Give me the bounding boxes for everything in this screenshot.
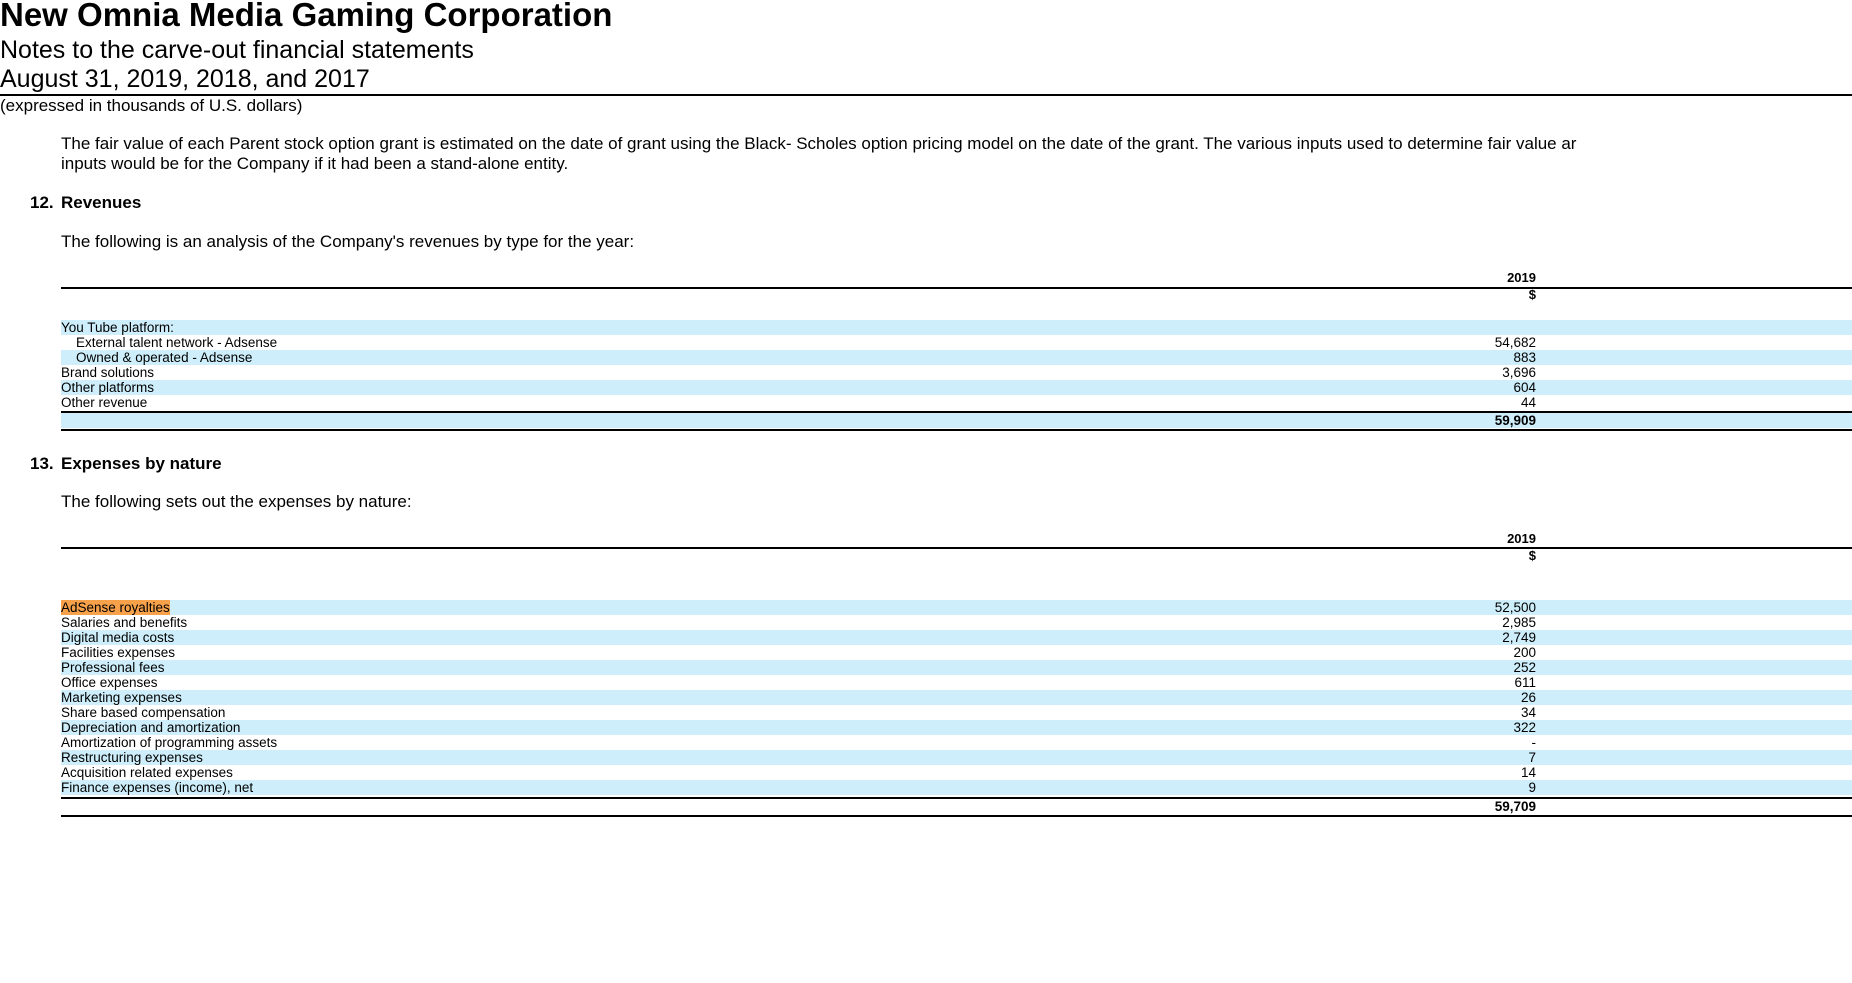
row-value: 322 xyxy=(1513,720,1536,735)
total-rule xyxy=(61,429,1852,431)
section-number: 12. xyxy=(30,193,54,212)
row-label: Marketing expenses xyxy=(61,690,182,705)
table-row: You Tube platform: xyxy=(61,320,1852,335)
row-label: Office expenses xyxy=(61,675,158,690)
table-row: AdSense royalties 52,500 xyxy=(61,600,1852,615)
header-rule xyxy=(61,547,1852,549)
table-row: Other revenue 44 xyxy=(61,395,1852,410)
row-label: AdSense royalties xyxy=(61,600,170,615)
row-label: You Tube platform: xyxy=(61,320,174,335)
row-label: Brand solutions xyxy=(61,365,155,380)
row-value: 7 xyxy=(1528,750,1536,765)
row-value: 2,985 xyxy=(1502,615,1536,630)
row-label: Professional fees xyxy=(61,660,165,675)
row-value: - xyxy=(1531,735,1537,750)
table-row: Digital media costs 2,749 xyxy=(61,630,1852,645)
total-row: 59,909 xyxy=(61,413,1852,428)
row-label: Owned & operated - Adsense xyxy=(76,350,253,365)
row-value: 883 xyxy=(1513,350,1536,365)
row-value: 9 xyxy=(1528,780,1536,795)
row-value: 252 xyxy=(1513,660,1536,675)
row-label: Share based compensation xyxy=(61,705,226,720)
total-row: 59,709 xyxy=(61,799,1852,814)
document-page: New Omnia Media Gaming Corporation Notes… xyxy=(0,0,1852,983)
total-value: 59,909 xyxy=(1494,413,1536,428)
row-label: Depreciation and amortization xyxy=(61,720,241,735)
row-label: Restructuring expenses xyxy=(61,750,203,765)
column-year: 2019 xyxy=(1507,531,1536,546)
row-label: Amortization of programming assets xyxy=(61,735,278,750)
intro-paragraph-line-2: inputs would be for the Company if it ha… xyxy=(61,154,569,173)
table-row: Owned & operated - Adsense 883 xyxy=(61,350,1852,365)
row-value: 52,500 xyxy=(1494,600,1536,615)
statement-period: August 31, 2019, 2018, and 2017 xyxy=(0,65,370,93)
table-row: Depreciation and amortization 322 xyxy=(61,720,1852,735)
row-label: Finance expenses (income), net xyxy=(61,780,254,795)
table-row: Finance expenses (income), net 9 xyxy=(61,780,1852,795)
units-note: (expressed in thousands of U.S. dollars) xyxy=(0,96,303,115)
table-row: Professional fees 252 xyxy=(61,660,1852,675)
row-value: 3,696 xyxy=(1502,365,1536,380)
total-value: 59,709 xyxy=(1494,799,1536,814)
intro-paragraph-line-1: The fair value of each Parent stock opti… xyxy=(61,134,1577,153)
table-row: Amortization of programming assets - xyxy=(61,735,1852,750)
table-row: Other platforms 604 xyxy=(61,380,1852,395)
total-rule xyxy=(61,815,1852,817)
row-value: 2,749 xyxy=(1502,630,1536,645)
row-label: Salaries and benefits xyxy=(61,615,188,630)
column-year: 2019 xyxy=(1507,270,1536,285)
row-label: Acquisition related expenses xyxy=(61,765,233,780)
row-label: Other revenue xyxy=(61,395,148,410)
table-row: Facilities expenses 200 xyxy=(61,645,1852,660)
section-title: Revenues xyxy=(61,193,142,212)
expenses-description: The following sets out the expenses by n… xyxy=(61,492,412,511)
company-title: New Omnia Media Gaming Corporation xyxy=(0,0,613,33)
table-row: Acquisition related expenses 14 xyxy=(61,765,1852,780)
row-value: 26 xyxy=(1520,690,1536,705)
row-value: 611 xyxy=(1514,675,1536,690)
row-label: External talent network - Adsense xyxy=(76,335,278,350)
row-value: 14 xyxy=(1520,765,1536,780)
row-label: Other platforms xyxy=(61,380,155,395)
statement-subtitle: Notes to the carve-out financial stateme… xyxy=(0,36,474,64)
section-title: Expenses by nature xyxy=(61,454,222,473)
table-row: Share based compensation 34 xyxy=(61,705,1852,720)
table-row: External talent network - Adsense 54,682 xyxy=(61,335,1852,350)
table-row: Brand solutions 3,696 xyxy=(61,365,1852,380)
row-label: Facilities expenses xyxy=(61,645,176,660)
column-currency: $ xyxy=(1528,287,1536,302)
row-value: 604 xyxy=(1513,380,1536,395)
table-row: Marketing expenses 26 xyxy=(61,690,1852,705)
header-rule xyxy=(61,287,1852,289)
table-row: Restructuring expenses 7 xyxy=(61,750,1852,765)
column-currency: $ xyxy=(1528,548,1536,563)
table-row: Office expenses 611 xyxy=(61,675,1852,690)
row-value: 34 xyxy=(1520,705,1536,720)
table-row: Salaries and benefits 2,985 xyxy=(61,615,1852,630)
section-number: 13. xyxy=(30,454,54,473)
row-value: 44 xyxy=(1520,395,1536,410)
row-label: Digital media costs xyxy=(61,630,175,645)
revenues-description: The following is an analysis of the Comp… xyxy=(61,232,635,251)
row-value: 200 xyxy=(1513,645,1536,660)
row-value: 54,682 xyxy=(1494,335,1536,350)
